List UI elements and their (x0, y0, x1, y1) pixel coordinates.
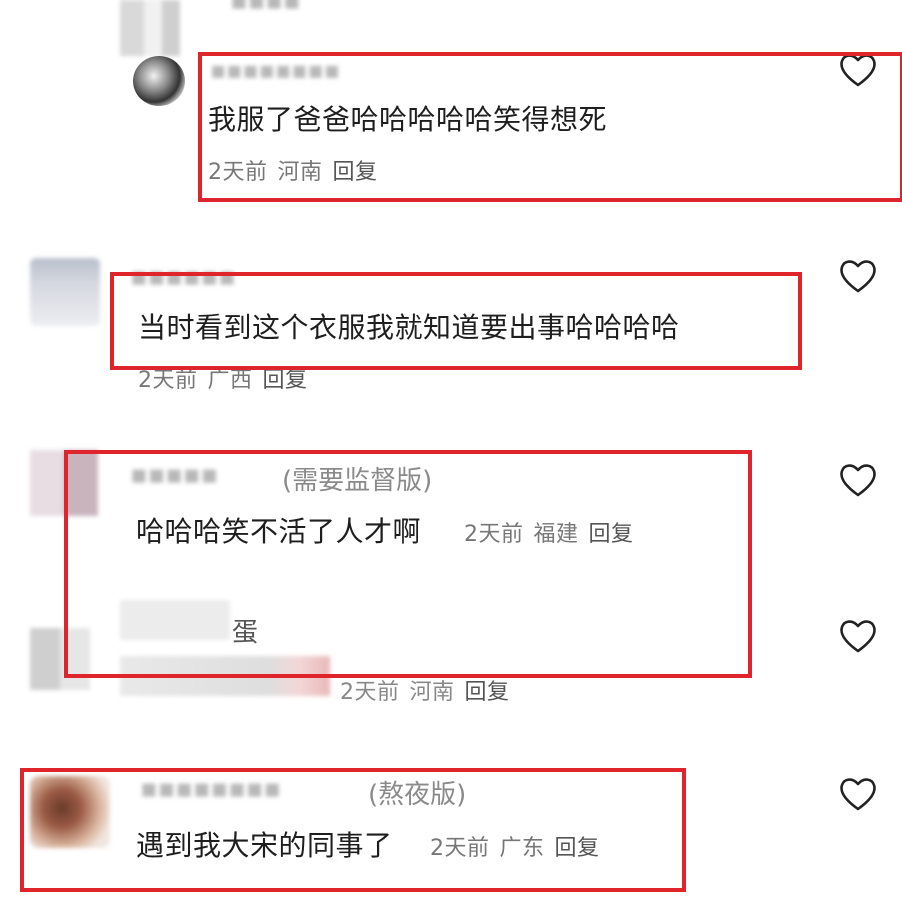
comment-text: 遇到我大宋的同事了 (136, 829, 393, 862)
comment-region: 河南 (277, 160, 323, 185)
reply-button[interactable]: 回复 (555, 836, 600, 861)
heart-outline-icon[interactable] (838, 258, 878, 294)
avatar[interactable] (30, 628, 90, 690)
comment-meta: 2天前 广东 回复 (430, 830, 610, 862)
comment-region: 广西 (207, 368, 253, 393)
avatar[interactable] (30, 258, 100, 326)
pixelated-comment-text (120, 656, 330, 696)
comment-text: 当时看到这个衣服我就知道要出事哈哈哈哈 (138, 311, 680, 344)
username[interactable]: ▪▪▪▪▪▪ (130, 262, 236, 292)
comment-region: 福建 (533, 522, 579, 547)
heart-outline-icon[interactable] (838, 776, 878, 812)
comment-region: 河南 (409, 680, 455, 705)
comment-time: 2天前 (464, 522, 524, 547)
pixelated-avatar-top (120, 0, 180, 56)
comment-text: 我服了爸爸哈哈哈哈哈笑得想死 (208, 103, 608, 136)
reply-button[interactable]: 回复 (589, 522, 634, 547)
comment-time: 2天前 (430, 836, 490, 861)
avatar[interactable] (30, 450, 98, 516)
comment-time: 2天前 (138, 368, 198, 393)
heart-outline-icon[interactable] (838, 618, 878, 654)
comment-text: 哈哈哈笑不活了人才啊 (136, 515, 422, 548)
cropped-username-top: ▪▪▪▪ (230, 0, 301, 16)
username[interactable]: ▪▪▪▪▪ (130, 460, 218, 490)
username[interactable]: ▪▪▪▪▪▪▪▪ (210, 56, 340, 84)
comment-meta: 2天前 河南 回复 (340, 674, 520, 706)
username-suffix: (熬夜版) (368, 780, 467, 810)
heart-outline-icon[interactable] (838, 52, 878, 88)
pixelated-username (120, 600, 230, 640)
reply-button[interactable]: 回复 (465, 680, 510, 705)
username-suffix: (需要监督版) (282, 466, 433, 496)
comment-meta: 2天前 福建 回复 (464, 516, 644, 548)
comment-time: 2天前 (208, 160, 268, 185)
username[interactable]: ▪▪▪▪▪▪▪▪ (140, 774, 281, 804)
username-fragment: 蛋 (232, 618, 259, 648)
comment-meta: 2天前 河南 回复 (208, 154, 388, 186)
comment-region: 广东 (499, 836, 545, 861)
comment-meta: 2天前 广西 回复 (138, 362, 318, 394)
avatar[interactable] (133, 56, 185, 106)
reply-button[interactable]: 回复 (263, 368, 308, 393)
heart-outline-icon[interactable] (838, 462, 878, 498)
avatar[interactable] (30, 776, 110, 848)
reply-button[interactable]: 回复 (333, 160, 378, 185)
comment-time: 2天前 (340, 680, 400, 705)
